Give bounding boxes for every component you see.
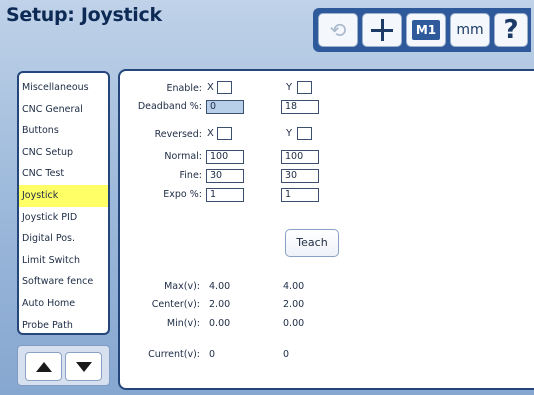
deadband-x-field[interactable]: 0	[206, 100, 244, 114]
min-voltage-y-value: 0.00	[283, 318, 305, 329]
current-voltage-label: Current(v):	[148, 349, 200, 360]
sidebar-item-auto-home[interactable]: Auto Home	[19, 293, 108, 315]
scroll-down-button[interactable]	[65, 352, 102, 381]
sidebar-item-cnc-test[interactable]: CNC Test	[19, 163, 108, 185]
current-voltage-x-value: 0	[209, 349, 216, 360]
units-label: mm	[456, 22, 484, 38]
page-title: Setup: Joystick	[6, 4, 162, 26]
plus-icon	[371, 19, 393, 41]
enable-x-axis-label: X	[207, 82, 214, 93]
sidebar-item-buttons[interactable]: Buttons	[19, 120, 108, 142]
normal-x-field[interactable]: 100	[206, 150, 244, 164]
normal-y-field[interactable]: 100	[281, 150, 319, 164]
sidebar-item-miscellaneous[interactable]: Miscellaneous	[19, 77, 108, 99]
arrow-up-icon	[35, 361, 52, 372]
deadband-label: Deadband %:	[137, 101, 202, 112]
min-voltage-label: Min(v):	[166, 318, 200, 329]
reversed-x-axis-label: X	[207, 128, 214, 139]
expo-y-field[interactable]: 1	[281, 188, 319, 202]
reversed-y-axis-label: Y	[286, 128, 293, 139]
setup-menu: Miscellaneous CNC General Buttons CNC Se…	[17, 71, 110, 335]
max-voltage-x-value: 4.00	[209, 281, 231, 292]
help-icon: ?	[503, 15, 519, 45]
sidebar-item-joystick-pid[interactable]: Joystick PID	[19, 207, 108, 229]
sidebar-item-probe-path[interactable]: Probe Path	[19, 315, 108, 337]
sidebar-item-cnc-general[interactable]: CNC General	[19, 99, 108, 121]
normal-label: Normal:	[164, 151, 202, 162]
min-voltage-x-value: 0.00	[209, 318, 231, 329]
enable-y-axis-label: Y	[286, 82, 293, 93]
m1-button[interactable]: M1	[406, 13, 446, 47]
expo-x-field[interactable]: 1	[206, 188, 244, 202]
expo-label: Expo %:	[163, 189, 202, 200]
add-button[interactable]	[362, 13, 402, 47]
m1-label: M1	[411, 20, 441, 40]
enable-x-checkbox[interactable]	[217, 81, 232, 94]
fine-y-field[interactable]: 30	[281, 169, 319, 183]
menu-scroll-controls	[17, 345, 110, 386]
fine-label: Fine:	[179, 170, 202, 181]
scroll-up-button[interactable]	[25, 352, 62, 381]
sidebar-item-joystick[interactable]: Joystick	[19, 184, 108, 207]
center-voltage-y-value: 2.00	[283, 299, 305, 310]
sidebar-item-software-fence[interactable]: Software fence	[19, 271, 108, 293]
reversed-x-checkbox[interactable]	[217, 127, 232, 140]
teach-button[interactable]: Teach	[285, 229, 339, 257]
max-voltage-y-value: 4.00	[283, 281, 305, 292]
max-voltage-label: Max(v):	[164, 281, 200, 292]
center-voltage-label: Center(v):	[151, 299, 200, 310]
enable-label: Enable:	[166, 83, 202, 94]
reversed-y-checkbox[interactable]	[297, 127, 312, 140]
arrow-down-icon	[75, 361, 92, 372]
undo-button[interactable]: ⟲	[318, 13, 358, 47]
deadband-y-field[interactable]: 18	[281, 100, 319, 114]
fine-x-field[interactable]: 30	[206, 169, 244, 183]
enable-y-checkbox[interactable]	[297, 81, 312, 94]
units-button[interactable]: mm	[450, 13, 490, 47]
center-voltage-x-value: 2.00	[209, 299, 231, 310]
undo-icon: ⟲	[329, 18, 347, 42]
toolbar: ⟲ M1 mm ?	[313, 8, 531, 52]
sidebar-item-limit-switch[interactable]: Limit Switch	[19, 250, 108, 272]
current-voltage-y-value: 0	[283, 349, 290, 360]
sidebar-item-cnc-setup[interactable]: CNC Setup	[19, 142, 108, 164]
help-button[interactable]: ?	[494, 13, 528, 47]
sidebar-item-digital-pos[interactable]: Digital Pos.	[19, 228, 108, 250]
reversed-label: Reversed:	[154, 129, 202, 140]
